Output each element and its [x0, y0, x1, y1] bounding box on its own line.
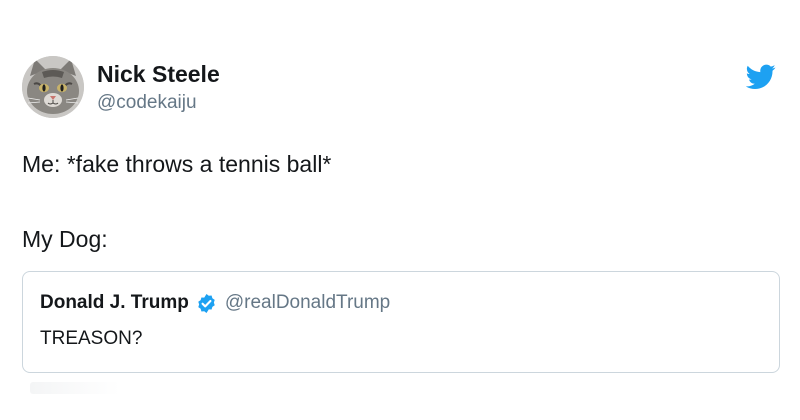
cat-avatar-icon [22, 56, 84, 118]
author-handle[interactable]: @codekaiju [97, 90, 220, 116]
quoted-tweet-header: Donald J. Trump @realDonaldTrump [40, 291, 390, 315]
twitter-bird-icon[interactable] [745, 64, 776, 90]
author-display-name[interactable]: Nick Steele [97, 60, 220, 88]
tweet-card: Nick Steele @codekaiju Me: *fake throws … [0, 0, 800, 420]
quoted-tweet-text: TREASON? [40, 328, 143, 349]
tweet-text-line: My Dog: [22, 226, 108, 252]
verified-badge-icon [196, 293, 217, 314]
tweet-text-line: Me: *fake throws a tennis ball* [22, 151, 332, 177]
author-avatar[interactable] [22, 56, 84, 118]
author-names: Nick Steele @codekaiju [97, 60, 220, 116]
quoted-author-name: Donald J. Trump [40, 292, 189, 313]
quoted-author-handle: @realDonaldTrump [224, 292, 391, 313]
tweet-header: Nick Steele @codekaiju [22, 56, 782, 126]
faded-footer-remnant [30, 382, 120, 394]
quoted-tweet[interactable]: Donald J. Trump @realDonaldTrump TREASON… [22, 271, 780, 373]
